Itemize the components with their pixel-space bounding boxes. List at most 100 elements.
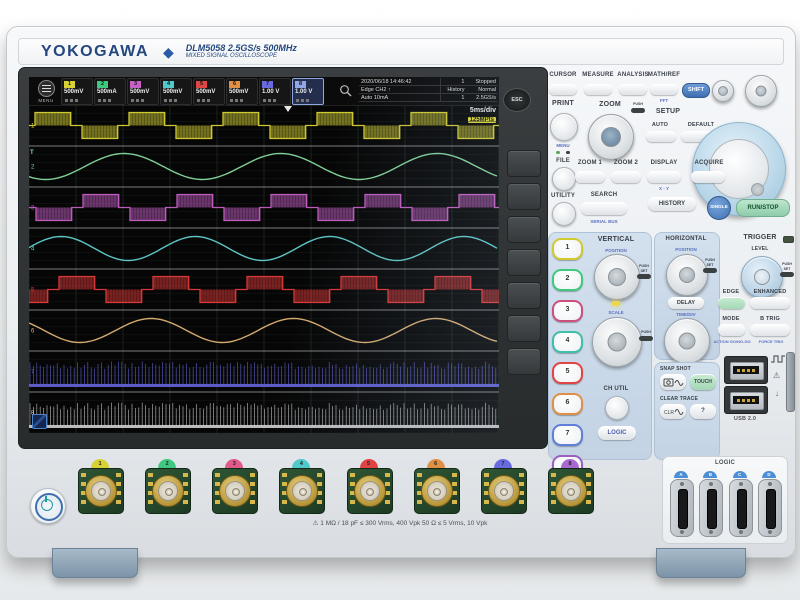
bnc-connector[interactable]: 1 xyxy=(72,458,128,536)
print-button[interactable] xyxy=(550,113,578,141)
search-button[interactable] xyxy=(581,202,627,215)
logic-port-tab: C xyxy=(733,471,747,478)
channel-select-button[interactable]: 6 xyxy=(552,393,583,415)
logic-ports-row: AB C D xyxy=(669,471,781,539)
edge-button[interactable] xyxy=(718,297,745,309)
analysis-button[interactable] xyxy=(619,84,647,95)
channel-status-box[interactable]: 71.00 V xyxy=(259,78,291,105)
channel-select-button[interactable]: 7 xyxy=(552,424,583,446)
channel-select-button[interactable]: 3 xyxy=(552,300,583,322)
channel-select-button[interactable]: 5 xyxy=(552,362,583,384)
acquire-button[interactable] xyxy=(691,171,725,183)
channel-scale-value: 500mV xyxy=(196,89,215,95)
softkey-button[interactable] xyxy=(507,183,541,210)
warning-icon: ⚠ xyxy=(313,520,319,527)
usb-port-2[interactable] xyxy=(724,386,768,414)
acquisition-info-block: 2020/06/18 14:46:42 1 Stopped Edge CH2 ↑… xyxy=(359,78,497,104)
channel-status-box[interactable]: 2500mA xyxy=(94,78,126,105)
logic-button[interactable]: LOGIC xyxy=(598,426,636,440)
history-label: History xyxy=(441,86,467,94)
usb-port-1[interactable] xyxy=(724,356,768,384)
display-button[interactable] xyxy=(647,171,681,183)
logic-port[interactable]: A xyxy=(669,471,693,539)
file-label: FILE xyxy=(549,158,577,164)
channel-status-box[interactable]: 4500mV xyxy=(160,78,192,105)
clear-trace-button[interactable]: CLR xyxy=(660,404,686,419)
mode-button[interactable] xyxy=(718,324,745,336)
delay-button[interactable]: DELAY xyxy=(668,297,704,309)
softkey-button[interactable] xyxy=(507,282,541,309)
logic-port[interactable]: B xyxy=(698,471,722,539)
bnc-ring xyxy=(421,475,453,507)
auto-label: AUTO xyxy=(645,122,675,128)
yokogawa-diamond-icon: ◆ xyxy=(163,45,174,59)
softkey-button[interactable] xyxy=(507,249,541,276)
channel-status-box[interactable]: 5500mV xyxy=(193,78,225,105)
channel-status-box[interactable]: 1500mV xyxy=(61,78,93,105)
vertical-position-knob[interactable] xyxy=(594,254,640,300)
run-stop-button[interactable]: RUN/STOP xyxy=(736,199,790,217)
channel-status-box[interactable]: 81.00 V xyxy=(292,78,324,105)
bnc-channel-tab: 6 xyxy=(427,459,445,468)
enhanced-button[interactable] xyxy=(750,297,790,309)
file-button[interactable] xyxy=(552,167,576,191)
selector-knob[interactable] xyxy=(745,75,777,107)
softkey-button[interactable] xyxy=(507,315,541,342)
softkey-button[interactable] xyxy=(507,150,541,177)
channel-select-button[interactable]: 2 xyxy=(552,269,583,291)
run-state: Stopped xyxy=(466,78,497,86)
screen-menu-button[interactable]: MENU xyxy=(33,80,59,102)
xy-label: X - Y xyxy=(647,186,681,191)
serial-bus-label: SERIAL BUS xyxy=(578,219,630,224)
bnc-channel-tab: 4 xyxy=(292,459,310,468)
single-button[interactable]: SINGLE xyxy=(707,196,731,220)
esc-button[interactable]: ESC xyxy=(503,88,531,112)
history-button[interactable]: HISTORY xyxy=(648,197,696,211)
zoom1-button[interactable] xyxy=(575,171,605,183)
bnc-channel-tab: 8 xyxy=(561,459,579,468)
horizontal-scale-knob[interactable] xyxy=(664,318,710,364)
display-label: DISPLAY xyxy=(644,160,684,166)
vertical-push-set: PUSH SET xyxy=(636,264,652,279)
snap-shot-button[interactable] xyxy=(660,374,686,390)
touch-pen-icon[interactable] xyxy=(32,414,47,429)
lcd-screen[interactable]: MENU 1500mV2500mA3500mV4500mV5500mV6500m… xyxy=(29,77,499,433)
search-zoom-icon[interactable] xyxy=(339,84,353,98)
probe-comp-terminal[interactable] xyxy=(786,352,795,412)
btrig-button[interactable] xyxy=(750,324,790,336)
mathref-button[interactable] xyxy=(650,84,678,95)
softkey-button[interactable] xyxy=(507,216,541,243)
zoom-knob[interactable] xyxy=(588,114,634,160)
trigger-source-marker: T xyxy=(30,150,34,156)
channel-select-button[interactable]: 1 xyxy=(552,238,583,260)
logic-port-tab: D xyxy=(762,471,776,478)
setup-auto-button[interactable] xyxy=(646,131,676,142)
trimmer-knob[interactable] xyxy=(712,80,734,102)
ch-util-button[interactable] xyxy=(605,396,629,420)
trace-channel-marker: 2 xyxy=(31,165,35,171)
cursor-button[interactable] xyxy=(549,84,577,95)
channel-status-box[interactable]: 6500mV xyxy=(226,78,258,105)
logic-port[interactable]: C xyxy=(728,471,752,539)
channel-number-badge: 8 xyxy=(295,81,306,88)
softkey-button[interactable] xyxy=(507,348,541,375)
help-button[interactable]: ? xyxy=(690,404,716,419)
vertical-scale-knob[interactable] xyxy=(592,317,642,367)
logic-port[interactable]: D xyxy=(757,471,781,539)
btrig-label: B TRIG xyxy=(748,316,792,322)
screen-bezel: MENU 1500mV2500mA3500mV4500mV5500mV6500m… xyxy=(18,67,548,449)
waveform-display[interactable]: 12T345678 xyxy=(29,105,499,433)
power-button[interactable] xyxy=(30,488,66,524)
hamburger-menu-icon xyxy=(38,80,55,97)
shift-button[interactable]: SHIFT xyxy=(682,83,710,98)
vertical-title: VERTICAL xyxy=(584,236,648,243)
zoom2-button[interactable] xyxy=(611,171,641,183)
touch-button[interactable]: TOUCH xyxy=(690,374,716,390)
bnc-ring xyxy=(152,475,184,507)
channel-select-button[interactable]: 4 xyxy=(552,331,583,353)
measure-button[interactable] xyxy=(584,84,612,95)
channel-status-box[interactable]: 3500mV xyxy=(127,78,159,105)
channel-scale-value: 500mV xyxy=(130,89,149,95)
utility-button[interactable] xyxy=(552,202,576,226)
trigger-push-set: PUSH SET xyxy=(779,262,795,277)
